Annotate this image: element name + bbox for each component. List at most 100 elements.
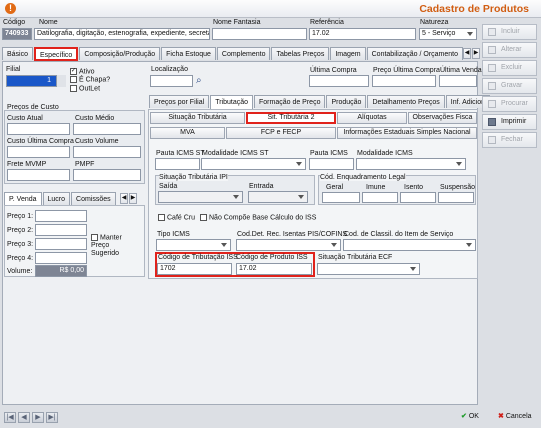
saida-select[interactable]	[158, 191, 243, 203]
incluir-label: Incluir	[501, 28, 520, 35]
saida-label: Saída	[159, 183, 178, 190]
tab-basico[interactable]: Básico	[2, 47, 34, 60]
nome-field[interactable]: Datilografia, digitação, estenografia, e…	[34, 28, 210, 40]
referencia-field[interactable]: 17.02	[309, 28, 416, 40]
outlet-check-icon	[70, 84, 77, 92]
tab-contabilizacao[interactable]: Contabilização / Orçamento	[366, 47, 464, 60]
cod-det-select[interactable]	[236, 239, 341, 251]
tab-tributacao[interactable]: Tributação	[210, 95, 253, 109]
ultima-venda-field[interactable]	[439, 75, 477, 87]
tab-especifico[interactable]: Específico	[34, 47, 79, 61]
cod-prod-iss-field[interactable]: 17.02	[236, 263, 312, 275]
binoculars-icon[interactable]: ⌕	[196, 75, 208, 87]
nome-fantasia-label: Nome Fantasia	[213, 19, 261, 26]
manter-preco-checkbox[interactable]: Manter Preço Sugerido	[91, 234, 136, 258]
tab-ficha-estoque[interactable]: Ficha Estoque	[161, 47, 216, 60]
tab-mva[interactable]: MVA	[150, 127, 225, 139]
tipo-icms-select[interactable]	[156, 239, 231, 251]
alterar-icon	[488, 46, 496, 54]
tab-lucro[interactable]: Lucro	[42, 192, 71, 205]
isento-label: Isento	[404, 184, 424, 191]
last-record-icon[interactable]: ▶|	[46, 412, 58, 423]
tab-info-simples-nacional[interactable]: Informações Estaduais Simples Nacional	[337, 127, 477, 139]
preco-2-field[interactable]	[35, 224, 87, 236]
first-record-icon[interactable]: |◀	[4, 412, 16, 423]
referencia-label: Referência	[310, 19, 344, 26]
modalidade-icms-label: Modalidade ICMS	[357, 150, 413, 157]
cod-classil-select[interactable]	[343, 239, 476, 251]
pauta-icms-st-field[interactable]	[155, 158, 200, 170]
tab-fcp-fecp[interactable]: FCP e FECP	[226, 127, 336, 139]
tab-detalhamento-precos[interactable]: Detalhamento Preços	[367, 95, 445, 108]
procurar-icon	[488, 100, 496, 108]
geral-field[interactable]	[322, 192, 360, 203]
tab-composicao-producao[interactable]: Composição/Produção	[79, 47, 161, 60]
tab-formacao-preco[interactable]: Formação de Preço	[254, 95, 326, 108]
venda-tabs-left-icon[interactable]: ◀	[120, 193, 128, 204]
preco-1-field[interactable]	[35, 210, 87, 222]
ok-check-icon: ✔	[461, 413, 467, 420]
ipi-title: Situação Tributária IPI	[159, 174, 228, 181]
procurar-label: Procurar	[501, 100, 528, 107]
custo-atual-field[interactable]	[7, 123, 70, 135]
venda-tabs-right-icon[interactable]: ▶	[129, 193, 137, 204]
tab-precos-filial[interactable]: Preços por Filial	[149, 95, 210, 108]
excluir-button[interactable]: Excluir	[482, 60, 537, 76]
custo-ultima-field[interactable]	[7, 146, 70, 158]
tab-complemento[interactable]: Complemento	[216, 47, 271, 60]
imune-field[interactable]	[362, 192, 398, 203]
nao-compoe-iss-checkbox[interactable]: Não Compõe Base Cálculo do ISS	[200, 214, 316, 221]
entrada-select[interactable]	[248, 191, 308, 203]
custo-medio-field[interactable]	[73, 123, 141, 135]
tab-sit-tributaria-2[interactable]: Sit. Tributária 2	[246, 112, 336, 124]
tab-comissoes[interactable]: Comissões	[71, 192, 116, 205]
ok-label: OK	[468, 413, 479, 420]
tabs-scroll-left-icon[interactable]: ◀	[463, 48, 471, 59]
codigo-field[interactable]: 740933	[2, 28, 32, 40]
natureza-select[interactable]: 5 - Serviço	[419, 28, 477, 40]
suspensao-field[interactable]	[438, 192, 474, 203]
isento-field[interactable]	[400, 192, 436, 203]
procurar-button[interactable]: Procurar	[482, 96, 537, 112]
preco-3-field[interactable]	[35, 238, 87, 250]
imprimir-button[interactable]: Imprimir	[482, 114, 537, 130]
cod-trib-iss-field[interactable]: 1702	[157, 263, 232, 275]
pauta-icms-field[interactable]	[309, 158, 354, 170]
cancel-button[interactable]: ✖ Cancela	[498, 410, 540, 424]
frete-field[interactable]	[7, 169, 70, 181]
modalidade-icms-select[interactable]	[356, 158, 466, 170]
preco-4-field[interactable]	[35, 252, 87, 264]
ultima-compra-field[interactable]	[309, 75, 369, 87]
modalidade-icms-st-select[interactable]	[201, 158, 306, 170]
next-record-icon[interactable]: ▶	[32, 412, 44, 423]
tab-aliquotas[interactable]: Alíquotas	[337, 112, 407, 124]
fechar-button[interactable]: Fechar	[482, 132, 537, 148]
cafe-cru-checkbox[interactable]: Café Cru	[158, 214, 195, 221]
tab-producao[interactable]: Produção	[326, 95, 367, 108]
nome-fantasia-field[interactable]	[212, 28, 307, 40]
alterar-button[interactable]: Alterar	[482, 42, 537, 58]
filial-spin-icon[interactable]	[56, 75, 66, 87]
tab-tabelas-precos[interactable]: Tabelas Preços	[271, 47, 330, 60]
chapa-checkbox[interactable]: É Chapa?	[70, 76, 144, 84]
tabs-scroll-right-icon[interactable]: ▶	[472, 48, 480, 59]
localizacao-field[interactable]	[150, 75, 193, 87]
ultima-compra-label: Última Compra	[310, 67, 357, 74]
ultima-venda-label: Última Venda	[440, 67, 482, 74]
custo-medio-label: Custo Médio	[75, 115, 115, 122]
tab-imagem[interactable]: Imagem	[330, 47, 366, 60]
entrada-label: Entrada	[249, 183, 274, 190]
gravar-button[interactable]: Gravar	[482, 78, 537, 94]
tab-situacao-tributaria[interactable]: Situação Tributária	[150, 112, 245, 124]
sit-trib-ecf-select[interactable]	[317, 263, 420, 275]
custo-volume-field[interactable]	[73, 146, 141, 158]
preco-ultima-compra-field[interactable]	[372, 75, 436, 87]
ativo-checkbox[interactable]: ✓ Ativo	[70, 68, 144, 75]
tab-observacoes-fisca[interactable]: Observações Fisca	[408, 112, 477, 124]
ok-button[interactable]: ✔ OK	[461, 410, 491, 424]
outlet-checkbox[interactable]: OutLet	[70, 84, 144, 92]
pmpf-field[interactable]	[73, 169, 141, 181]
prev-record-icon[interactable]: ◀	[18, 412, 30, 423]
tab-p-venda[interactable]: P. Venda	[4, 192, 42, 206]
incluir-button[interactable]: Incluir	[482, 24, 537, 40]
